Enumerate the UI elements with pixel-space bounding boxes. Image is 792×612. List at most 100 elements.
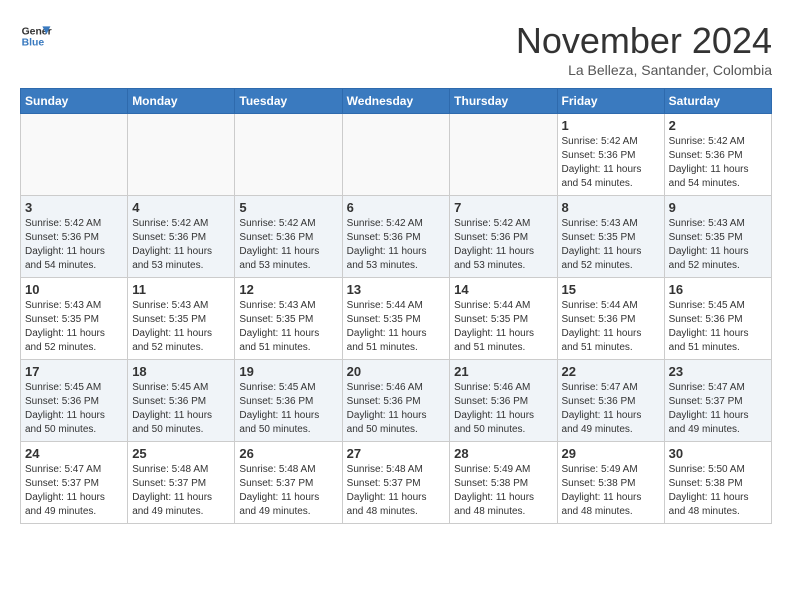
day-cell: 4 Sunrise: 5:42 AM Sunset: 5:36 PM Daylig… bbox=[128, 196, 235, 278]
day-cell: 24Sunrise: 5:47 AM Sunset: 5:37 PM Dayli… bbox=[21, 442, 128, 524]
day-info: Sunrise: 5:42 AM Sunset: 5:36 PM Dayligh… bbox=[347, 217, 446, 273]
day-number: 22 bbox=[562, 364, 660, 379]
day-cell: 2 Sunrise: 5:42 AM Sunset: 5:36 PM Daylig… bbox=[664, 114, 771, 196]
day-cell: 29Sunrise: 5:49 AM Sunset: 5:38 PM Dayli… bbox=[557, 442, 664, 524]
calendar-table: SundayMondayTuesdayWednesdayThursdayFrid… bbox=[20, 88, 772, 524]
day-cell: 20 Sunrise: 5:46 AM Sunset: 5:36 PM Dayli… bbox=[342, 360, 450, 442]
day-info: Sunrise: 5:42 AM Sunset: 5:36 PM Dayligh… bbox=[454, 217, 552, 273]
day-info: Sunrise: 5:45 AM Sunset: 5:36 PM Dayligh… bbox=[132, 381, 230, 437]
day-cell: 15 Sunrise: 5:44 AM Sunset: 5:36 PM Dayli… bbox=[557, 278, 664, 360]
weekday-header-wednesday: Wednesday bbox=[342, 89, 450, 114]
day-number: 5 bbox=[239, 200, 337, 215]
day-info: Sunrise: 5:44 AM Sunset: 5:36 PM Dayligh… bbox=[562, 299, 660, 355]
day-info: Sunrise: 5:48 AM Sunset: 5:37 PM Dayligh… bbox=[347, 463, 446, 519]
day-info: Sunrise: 5:42 AM Sunset: 5:36 PM Dayligh… bbox=[25, 217, 123, 273]
day-info: Sunrise: 5:45 AM Sunset: 5:36 PM Dayligh… bbox=[669, 299, 767, 355]
day-cell: 28 Sunrise: 5:49 AM Sunset: 5:38 PM Dayli… bbox=[450, 442, 557, 524]
day-number: 11 bbox=[132, 282, 230, 297]
day-number: 6 bbox=[347, 200, 446, 215]
day-cell: 13 Sunrise: 5:44 AM Sunset: 5:35 PM Dayli… bbox=[342, 278, 450, 360]
day-number: 17 bbox=[25, 364, 123, 379]
day-cell: 23 Sunrise: 5:47 AM Sunset: 5:37 PM Dayli… bbox=[664, 360, 771, 442]
day-info: Sunrise: 5:47 AM Sunset: 5:36 PM Dayligh… bbox=[562, 381, 660, 437]
day-number: 25 bbox=[132, 446, 230, 461]
day-number: 18 bbox=[132, 364, 230, 379]
day-number: 23 bbox=[669, 364, 767, 379]
logo: General Blue bbox=[20, 20, 52, 52]
day-number: 4 bbox=[132, 200, 230, 215]
day-cell: 10 Sunrise: 5:43 AM Sunset: 5:35 PM Dayli… bbox=[21, 278, 128, 360]
day-info: Sunrise: 5:43 AM Sunset: 5:35 PM Dayligh… bbox=[25, 299, 123, 355]
day-cell bbox=[450, 114, 557, 196]
title-area: November 2024 La Belleza, Santander, Col… bbox=[516, 20, 772, 78]
day-info: Sunrise: 5:50 AM Sunset: 5:38 PM Dayligh… bbox=[669, 463, 767, 519]
day-cell: 9Sunrise: 5:43 AM Sunset: 5:35 PM Daylig… bbox=[664, 196, 771, 278]
day-cell: 17 Sunrise: 5:45 AM Sunset: 5:36 PM Dayli… bbox=[21, 360, 128, 442]
weekday-header-tuesday: Tuesday bbox=[235, 89, 342, 114]
day-number: 13 bbox=[347, 282, 446, 297]
day-number: 27 bbox=[347, 446, 446, 461]
week-row-4: 17 Sunrise: 5:45 AM Sunset: 5:36 PM Dayli… bbox=[21, 360, 772, 442]
day-cell: 14 Sunrise: 5:44 AM Sunset: 5:35 PM Dayli… bbox=[450, 278, 557, 360]
day-cell: 1Sunrise: 5:42 AM Sunset: 5:36 PM Daylig… bbox=[557, 114, 664, 196]
day-info: Sunrise: 5:43 AM Sunset: 5:35 PM Dayligh… bbox=[132, 299, 230, 355]
day-info: Sunrise: 5:46 AM Sunset: 5:36 PM Dayligh… bbox=[454, 381, 552, 437]
weekday-header-saturday: Saturday bbox=[664, 89, 771, 114]
week-row-2: 3 Sunrise: 5:42 AM Sunset: 5:36 PM Daylig… bbox=[21, 196, 772, 278]
logo-icon: General Blue bbox=[20, 20, 52, 52]
day-info: Sunrise: 5:45 AM Sunset: 5:36 PM Dayligh… bbox=[25, 381, 123, 437]
day-number: 26 bbox=[239, 446, 337, 461]
day-info: Sunrise: 5:42 AM Sunset: 5:36 PM Dayligh… bbox=[239, 217, 337, 273]
page-header: General Blue November 2024 La Belleza, S… bbox=[20, 20, 772, 78]
week-row-5: 24Sunrise: 5:47 AM Sunset: 5:37 PM Dayli… bbox=[21, 442, 772, 524]
day-info: Sunrise: 5:44 AM Sunset: 5:35 PM Dayligh… bbox=[347, 299, 446, 355]
day-number: 21 bbox=[454, 364, 552, 379]
day-number: 20 bbox=[347, 364, 446, 379]
day-info: Sunrise: 5:47 AM Sunset: 5:37 PM Dayligh… bbox=[669, 381, 767, 437]
day-info: Sunrise: 5:49 AM Sunset: 5:38 PM Dayligh… bbox=[454, 463, 552, 519]
day-cell: 12Sunrise: 5:43 AM Sunset: 5:35 PM Dayli… bbox=[235, 278, 342, 360]
day-info: Sunrise: 5:43 AM Sunset: 5:35 PM Dayligh… bbox=[669, 217, 767, 273]
weekday-header-thursday: Thursday bbox=[450, 89, 557, 114]
day-cell bbox=[342, 114, 450, 196]
day-info: Sunrise: 5:42 AM Sunset: 5:36 PM Dayligh… bbox=[132, 217, 230, 273]
month-title: November 2024 bbox=[516, 20, 772, 62]
day-number: 19 bbox=[239, 364, 337, 379]
day-number: 3 bbox=[25, 200, 123, 215]
day-number: 24 bbox=[25, 446, 123, 461]
day-cell: 7 Sunrise: 5:42 AM Sunset: 5:36 PM Daylig… bbox=[450, 196, 557, 278]
weekday-header-monday: Monday bbox=[128, 89, 235, 114]
day-info: Sunrise: 5:48 AM Sunset: 5:37 PM Dayligh… bbox=[239, 463, 337, 519]
day-number: 2 bbox=[669, 118, 767, 133]
day-info: Sunrise: 5:46 AM Sunset: 5:36 PM Dayligh… bbox=[347, 381, 446, 437]
day-cell: 8Sunrise: 5:43 AM Sunset: 5:35 PM Daylig… bbox=[557, 196, 664, 278]
day-info: Sunrise: 5:45 AM Sunset: 5:36 PM Dayligh… bbox=[239, 381, 337, 437]
day-cell: 26 Sunrise: 5:48 AM Sunset: 5:37 PM Dayli… bbox=[235, 442, 342, 524]
day-number: 30 bbox=[669, 446, 767, 461]
day-cell: 5 Sunrise: 5:42 AM Sunset: 5:36 PM Daylig… bbox=[235, 196, 342, 278]
week-row-1: 1 Sunrise: 5:42 AM Sunset: 5:36 PM Daylig… bbox=[21, 114, 772, 196]
day-number: 16 bbox=[669, 282, 767, 297]
day-cell: 21 Sunrise: 5:46 AM Sunset: 5:36 PM Dayli… bbox=[450, 360, 557, 442]
day-info: Sunrise: 5:43 AM Sunset: 5:35 PM Dayligh… bbox=[562, 217, 660, 273]
day-number: 28 bbox=[454, 446, 552, 461]
day-info: Sunrise: 5:42 AM Sunset: 5:36 PM Dayligh… bbox=[669, 135, 767, 191]
day-cell: 3 Sunrise: 5:42 AM Sunset: 5:36 PM Daylig… bbox=[21, 196, 128, 278]
day-number: 15 bbox=[562, 282, 660, 297]
day-number: 14 bbox=[454, 282, 552, 297]
week-row-3: 10 Sunrise: 5:43 AM Sunset: 5:35 PM Dayli… bbox=[21, 278, 772, 360]
day-cell bbox=[21, 114, 128, 196]
day-number: 7 bbox=[454, 200, 552, 215]
day-number: 1 bbox=[562, 118, 660, 133]
day-info: Sunrise: 5:49 AM Sunset: 5:38 PM Dayligh… bbox=[562, 463, 660, 519]
day-info: Sunrise: 5:44 AM Sunset: 5:35 PM Dayligh… bbox=[454, 299, 552, 355]
day-number: 10 bbox=[25, 282, 123, 297]
day-cell: 22 Sunrise: 5:47 AM Sunset: 5:36 PM Dayli… bbox=[557, 360, 664, 442]
day-info: Sunrise: 5:43 AM Sunset: 5:35 PM Dayligh… bbox=[239, 299, 337, 355]
day-cell: 19 Sunrise: 5:45 AM Sunset: 5:36 PM Dayli… bbox=[235, 360, 342, 442]
day-cell: 25 Sunrise: 5:48 AM Sunset: 5:37 PM Dayli… bbox=[128, 442, 235, 524]
day-info: Sunrise: 5:48 AM Sunset: 5:37 PM Dayligh… bbox=[132, 463, 230, 519]
day-cell bbox=[128, 114, 235, 196]
location: La Belleza, Santander, Colombia bbox=[516, 62, 772, 78]
day-cell bbox=[235, 114, 342, 196]
